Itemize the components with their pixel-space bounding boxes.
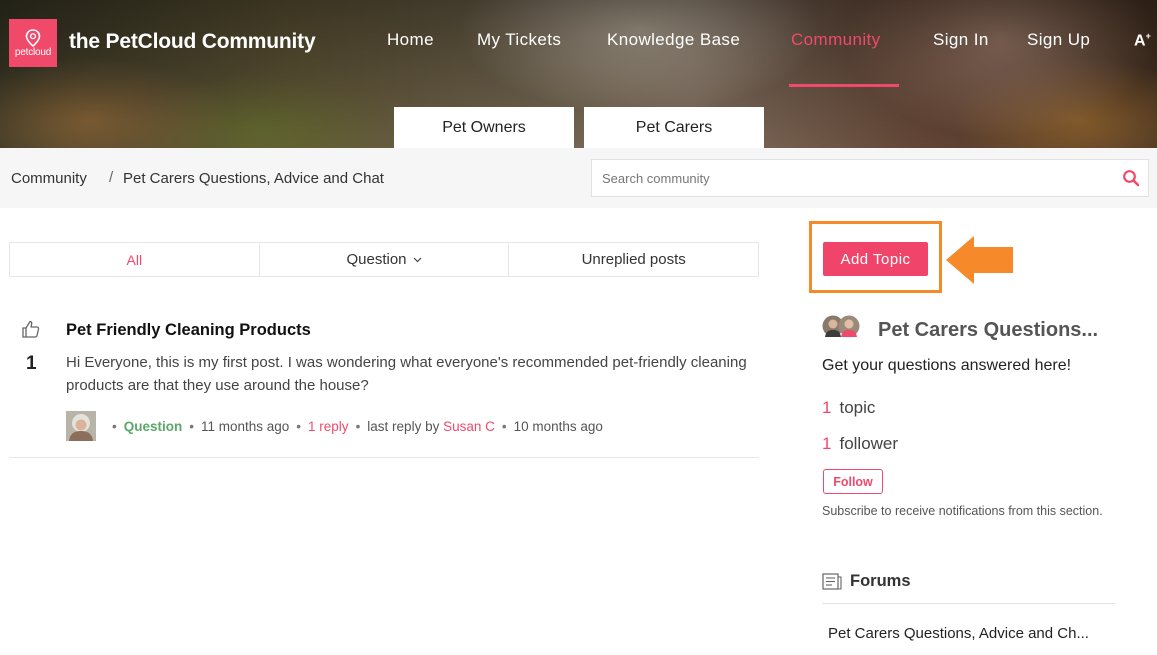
breadcrumb-separator: / xyxy=(109,169,114,186)
topic-count-number: 1 xyxy=(822,398,832,417)
last-reply-time: 10 months ago xyxy=(513,419,603,434)
location-pin-icon xyxy=(25,28,41,47)
follow-button[interactable]: Follow xyxy=(823,469,883,494)
meta-separator: • xyxy=(296,419,302,434)
hero-banner xyxy=(0,0,1157,148)
divider xyxy=(9,457,759,458)
tab-pet-owners[interactable]: Pet Owners xyxy=(394,107,574,148)
forum-link-pet-carers[interactable]: Pet Carers Questions, Advice and Ch... xyxy=(828,625,1089,642)
user-avatar-image xyxy=(66,411,96,441)
topic-excerpt: Hi Everyone, this is my first post. I wa… xyxy=(66,354,747,394)
meta-separator: • xyxy=(189,419,194,434)
last-reply-user[interactable]: Susan C xyxy=(443,419,495,434)
reply-count-link[interactable]: 1 reply xyxy=(308,419,349,434)
meta-separator: • xyxy=(355,419,361,434)
vote-count: 1 xyxy=(26,353,37,374)
topic-count: 1 topic xyxy=(822,398,875,418)
filter-all-label: All xyxy=(126,251,143,268)
meta-separator: • xyxy=(112,419,117,434)
nav-sign-up[interactable]: Sign Up xyxy=(1027,30,1090,50)
last-reply-label: last reply by xyxy=(367,419,440,434)
forum-members-avatar-icon xyxy=(822,315,860,337)
logo-text: petcloud xyxy=(14,46,52,58)
filter-question-label: Question xyxy=(346,251,407,268)
filter-unreplied[interactable]: Unreplied posts xyxy=(509,243,758,276)
font-size-icon[interactable]: A+ xyxy=(1134,31,1151,50)
site-title[interactable]: the PetCloud Community xyxy=(69,30,316,54)
topic-type-badge[interactable]: Question xyxy=(124,419,183,434)
follower-count: 1 follower xyxy=(822,434,898,454)
nav-home[interactable]: Home xyxy=(387,30,434,50)
search-input[interactable] xyxy=(602,170,1102,186)
filter-tabs: All Question Unreplied posts xyxy=(9,242,759,277)
forums-heading: Forums xyxy=(822,572,911,591)
topic-meta: • Question • 11 months ago • 1 reply • l… xyxy=(105,419,603,434)
tab-pet-carers[interactable]: Pet Carers xyxy=(584,107,764,148)
thumbs-up-icon[interactable] xyxy=(21,319,41,339)
forum-title: Pet Carers Questions... xyxy=(878,319,1099,341)
nav-sign-in[interactable]: Sign In xyxy=(933,30,989,50)
follower-count-label: follower xyxy=(839,434,899,453)
subscribe-note: Subscribe to receive notifications from … xyxy=(822,504,1103,518)
filter-all[interactable]: All xyxy=(10,243,260,276)
breadcrumb-community[interactable]: Community xyxy=(11,170,87,187)
meta-separator: • xyxy=(501,419,507,434)
chevron-down-icon xyxy=(413,257,421,262)
topic-posted-time: 11 months ago xyxy=(200,419,290,434)
petcloud-logo[interactable]: petcloud xyxy=(9,19,57,67)
nav-my-tickets[interactable]: My Tickets xyxy=(477,30,561,50)
breadcrumb-current: Pet Carers Questions, Advice and Chat xyxy=(123,170,384,187)
topic-title[interactable]: Pet Friendly Cleaning Products xyxy=(66,321,311,340)
forums-heading-label: Forums xyxy=(850,572,911,590)
document-icon xyxy=(822,573,842,590)
topic-count-label: topic xyxy=(839,398,876,417)
nav-community[interactable]: Community xyxy=(791,30,881,50)
search-icon[interactable] xyxy=(1122,169,1140,187)
filter-question[interactable]: Question xyxy=(260,243,510,276)
annotation-arrow-icon xyxy=(946,236,1013,284)
follower-count-number: 1 xyxy=(822,434,832,453)
search-box xyxy=(591,159,1149,197)
nav-active-indicator xyxy=(789,84,899,87)
filter-unreplied-label: Unreplied posts xyxy=(581,251,686,268)
forum-description: Get your questions answered here! xyxy=(822,357,1072,374)
divider xyxy=(822,603,1115,604)
avatar[interactable] xyxy=(66,411,96,441)
nav-knowledge-base[interactable]: Knowledge Base xyxy=(607,30,740,50)
add-topic-button[interactable]: Add Topic xyxy=(823,242,928,276)
breadcrumb: Community / Pet Carers Questions, Advice… xyxy=(0,148,1157,208)
